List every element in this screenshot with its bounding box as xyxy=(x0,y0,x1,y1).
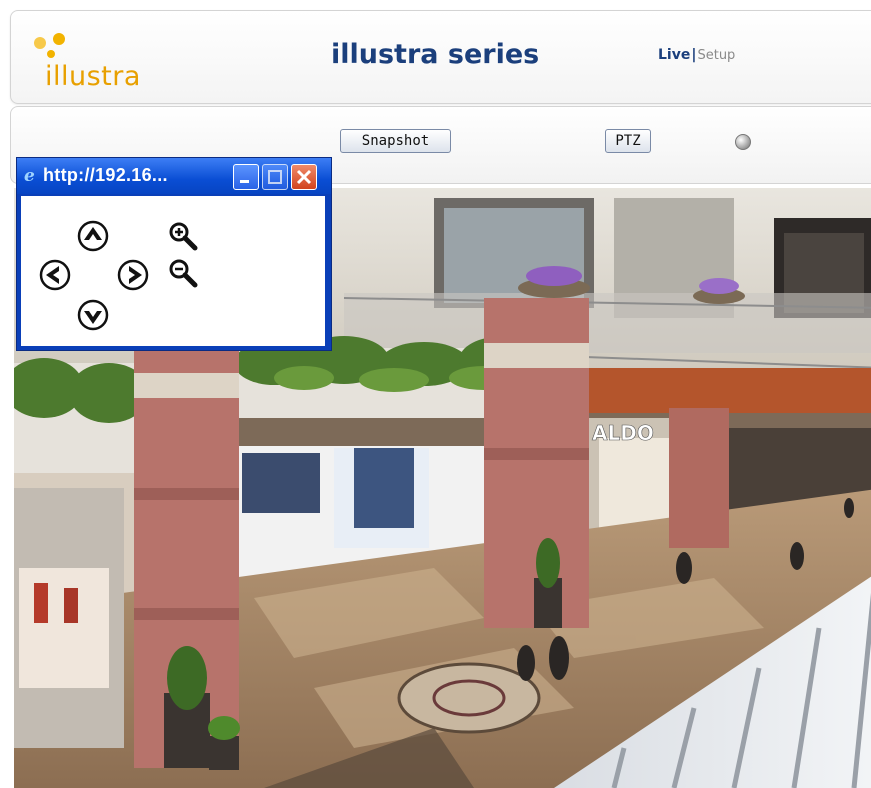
status-dot-icon xyxy=(735,134,751,150)
pan-down-icon[interactable] xyxy=(77,299,109,331)
snapshot-button[interactable]: Snapshot xyxy=(340,129,451,153)
zoom-out-icon[interactable] xyxy=(167,257,199,289)
nav-setup-link[interactable]: Setup xyxy=(697,48,735,63)
close-icon xyxy=(296,169,312,185)
pan-left-icon[interactable] xyxy=(39,259,71,291)
ptz-window-titlebar[interactable]: e http://192.16... xyxy=(17,158,331,194)
minimize-icon xyxy=(240,180,249,183)
internet-explorer-icon: e xyxy=(24,166,35,184)
nav-live-link[interactable]: Live xyxy=(658,47,690,63)
close-button[interactable] xyxy=(291,164,317,190)
nav-separator: | xyxy=(691,47,697,63)
top-nav: Live|Setup xyxy=(658,47,735,63)
minimize-button[interactable] xyxy=(233,164,259,190)
header-panel: illustra illustra series Live|Setup xyxy=(10,10,871,104)
pan-up-icon[interactable] xyxy=(77,220,109,252)
ptz-controls-panel xyxy=(21,196,325,346)
zoom-in-icon[interactable] xyxy=(167,220,199,252)
page-title: illustra series xyxy=(331,39,540,70)
pan-right-icon[interactable] xyxy=(117,259,149,291)
ptz-button[interactable]: PTZ xyxy=(605,129,651,153)
ptz-popup-window: e http://192.16... xyxy=(16,157,332,351)
maximize-button[interactable] xyxy=(262,164,288,190)
logo-text: illustra xyxy=(45,61,141,92)
maximize-icon xyxy=(268,170,282,184)
ptz-window-title: http://192.16... xyxy=(43,165,168,185)
aldo-sign: ALDO xyxy=(592,421,654,445)
svg-text:e: e xyxy=(24,166,35,184)
